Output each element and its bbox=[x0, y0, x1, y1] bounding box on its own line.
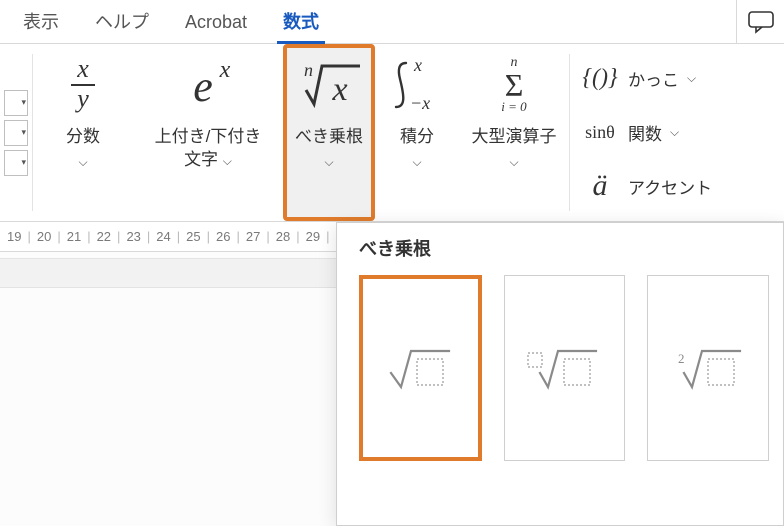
structures-side-list: {()} かっこ ⌵ sinθ 関数 ⌵ ä アクセント bbox=[570, 44, 714, 221]
bracket-button[interactable]: {()} かっこ ⌵ bbox=[578, 52, 712, 106]
ruler-number: 22 bbox=[97, 229, 111, 244]
svg-text:e: e bbox=[193, 62, 213, 111]
ribbon: ▾ ▾ ▾ x y 分数 ⌵ e x 上付き/下付き 文字 ⌵ bbox=[0, 44, 784, 222]
integral-button[interactable]: x −x 積分 ⌵ bbox=[375, 44, 459, 221]
svg-text:i = 0: i = 0 bbox=[501, 99, 527, 114]
ruler-tick: | bbox=[147, 229, 150, 244]
script-button[interactable]: e x 上付き/下付き 文字 ⌵ bbox=[133, 44, 283, 221]
svg-text:x: x bbox=[413, 57, 422, 75]
script-icon: e x bbox=[173, 54, 243, 116]
tab-label: 表示 bbox=[23, 12, 59, 32]
nth-root-icon bbox=[526, 343, 602, 393]
chevron-down-icon: ⌵ bbox=[324, 155, 333, 170]
script-label: 上付き/下付き 文字 ⌵ bbox=[155, 126, 262, 172]
tile-index2-root[interactable]: 2 bbox=[647, 275, 769, 461]
bracket-label: かっこ bbox=[628, 66, 679, 91]
comment-icon bbox=[747, 10, 775, 34]
chevron-down-icon: ⌵ bbox=[670, 125, 679, 140]
ruler-number: 24 bbox=[156, 229, 170, 244]
ruler-tick: | bbox=[27, 229, 30, 244]
ruler-tick: | bbox=[266, 229, 269, 244]
ruler-tick: | bbox=[117, 229, 120, 244]
ruler-number: 27 bbox=[246, 229, 260, 244]
tab-equation[interactable]: 数式 bbox=[265, 0, 337, 44]
tab-acrobat[interactable]: Acrobat bbox=[167, 0, 265, 44]
function-label: 関数 bbox=[628, 120, 662, 145]
chevron-down-icon: ⌵ bbox=[687, 71, 696, 86]
large-operator-button[interactable]: n Σ i = 0 大型演算子 ⌵ bbox=[459, 44, 569, 221]
fraction-icon: x y bbox=[63, 54, 103, 116]
chevron-down-icon: ⌵ bbox=[509, 155, 518, 170]
radical-icon: n x bbox=[294, 54, 364, 116]
fraction-button[interactable]: x y 分数 ⌵ bbox=[33, 44, 133, 221]
chevron-down-icon: ▾ bbox=[21, 127, 26, 138]
tiny-button-3[interactable]: ▾ bbox=[4, 150, 28, 176]
tab-label: ヘルプ bbox=[95, 12, 149, 32]
svg-text:y: y bbox=[74, 84, 89, 113]
ruler-number: 25 bbox=[186, 229, 200, 244]
dropdown-title: べき乗根 bbox=[359, 235, 769, 261]
radical-dropdown: べき乗根 2 bbox=[336, 222, 784, 526]
svg-text:n: n bbox=[304, 60, 313, 80]
tab-label: 数式 bbox=[283, 12, 319, 32]
svg-text:−x: −x bbox=[410, 93, 430, 113]
ruler-number: 21 bbox=[67, 229, 81, 244]
ruler-tick: | bbox=[87, 229, 90, 244]
tiny-button-1[interactable]: ▾ bbox=[4, 90, 28, 116]
tiny-button-2[interactable]: ▾ bbox=[4, 120, 28, 146]
function-icon: sinθ bbox=[578, 122, 622, 143]
svg-text:x: x bbox=[219, 57, 231, 83]
menu-tabs: 表示 ヘルプ Acrobat 数式 bbox=[0, 0, 784, 44]
chevron-down-icon: ▾ bbox=[21, 157, 26, 168]
ruler-tick: | bbox=[236, 229, 239, 244]
dropdown-grid: 2 bbox=[359, 275, 769, 461]
accent-button[interactable]: ä アクセント bbox=[578, 159, 712, 213]
svg-text:Σ: Σ bbox=[505, 67, 524, 103]
ruler-number: 26 bbox=[216, 229, 230, 244]
ruler-tick: | bbox=[296, 229, 299, 244]
ruler-tick: | bbox=[177, 229, 180, 244]
square-root-icon bbox=[385, 343, 455, 393]
tab-help[interactable]: ヘルプ bbox=[77, 0, 167, 44]
ruler-number: 23 bbox=[126, 229, 140, 244]
radical-button[interactable]: n x べき乗根 ⌵ bbox=[283, 44, 375, 221]
large-operator-label: 大型演算子 bbox=[472, 126, 557, 149]
tab-label: Acrobat bbox=[185, 12, 247, 32]
equation-tools-small: ▾ ▾ ▾ bbox=[0, 44, 32, 221]
ruler-number: 20 bbox=[37, 229, 51, 244]
ruler-number: 19 bbox=[7, 229, 21, 244]
chevron-down-icon: ▾ bbox=[21, 97, 26, 108]
integral-icon: x −x bbox=[384, 54, 450, 116]
sigma-icon: n Σ i = 0 bbox=[486, 54, 542, 116]
fraction-label: 分数 bbox=[66, 126, 100, 149]
ruler-tick: | bbox=[326, 229, 329, 244]
chevron-down-icon: ⌵ bbox=[412, 155, 421, 170]
integral-label: 積分 bbox=[400, 126, 434, 149]
function-button[interactable]: sinθ 関数 ⌵ bbox=[578, 106, 712, 160]
svg-text:2: 2 bbox=[678, 351, 685, 366]
svg-text:x: x bbox=[331, 71, 347, 108]
ruler-tick: | bbox=[207, 229, 210, 244]
chevron-down-icon: ⌵ bbox=[78, 155, 87, 170]
ruler-number: 28 bbox=[276, 229, 290, 244]
index2-root-icon: 2 bbox=[670, 343, 746, 393]
ruler-tick: | bbox=[57, 229, 60, 244]
tab-view[interactable]: 表示 bbox=[5, 0, 77, 44]
accent-icon: ä bbox=[578, 169, 622, 203]
ruler-number: 29 bbox=[306, 229, 320, 244]
bracket-icon: {()} bbox=[578, 65, 622, 92]
svg-text:x: x bbox=[76, 57, 89, 83]
comment-button[interactable] bbox=[736, 0, 784, 44]
radical-label: べき乗根 bbox=[295, 126, 363, 149]
tile-nth-root[interactable] bbox=[504, 275, 626, 461]
tile-square-root[interactable] bbox=[359, 275, 482, 461]
accent-label: アクセント bbox=[628, 174, 712, 199]
